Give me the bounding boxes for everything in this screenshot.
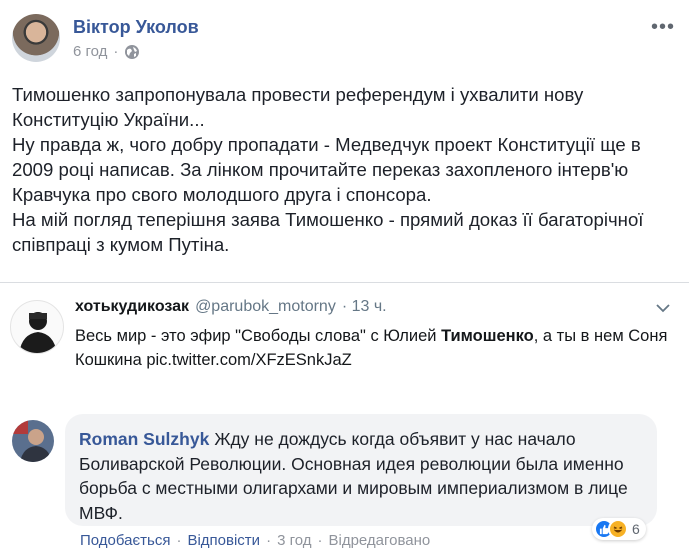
- person-icon: [12, 420, 54, 462]
- divider: [0, 282, 689, 283]
- globe-icon[interactable]: [124, 44, 140, 60]
- person-icon: [19, 312, 57, 353]
- edited-label[interactable]: Відредаговано: [328, 532, 430, 549]
- commenter-avatar[interactable]: [12, 420, 54, 462]
- post: Віктор Уколов 6 год · ••• Тимошенко запр…: [0, 0, 689, 280]
- reply-button[interactable]: Відповісти: [187, 532, 260, 549]
- tweet-author-name[interactable]: хотькудикозак: [75, 298, 189, 316]
- more-options-icon[interactable]: •••: [651, 16, 675, 39]
- comment-actions: Подобається · Відповісти · 3 год · Відре…: [80, 532, 431, 549]
- post-body: Тимошенко запропонувала провести референ…: [12, 82, 677, 257]
- post-paragraph: На мій погляд теперішня заява Тимошенко …: [12, 209, 649, 255]
- tweet-header: хотькудикозак @parubok_motorny · 13 ч.: [75, 298, 387, 316]
- post-timestamp[interactable]: 6 год: [73, 43, 107, 60]
- tweet-text: Весь мир - это эфир "Свободы слова" с Юл…: [75, 327, 668, 369]
- post-paragraph: Ну правда ж, чого добру пропадати - Медв…: [12, 134, 646, 205]
- reactions-summary[interactable]: 6: [592, 518, 646, 540]
- like-button[interactable]: Подобається: [80, 532, 170, 549]
- post-author-name[interactable]: Віктор Уколов: [73, 17, 199, 38]
- post-paragraph: Тимошенко запропонувала провести референ…: [12, 84, 589, 130]
- tweet-time[interactable]: · 13 ч.: [342, 298, 387, 316]
- chevron-down-icon[interactable]: [655, 300, 671, 316]
- haha-reaction-icon: [608, 519, 628, 539]
- author-avatar[interactable]: [12, 14, 60, 62]
- tweet-bold-text: Тимошенко: [441, 327, 534, 345]
- comment-bubble: Roman Sulzhyk Жду не дождусь когда объяви…: [65, 414, 657, 526]
- post-meta: 6 год ·: [73, 43, 140, 60]
- tweet-handle[interactable]: @parubok_motorny: [195, 298, 336, 316]
- tweet-avatar[interactable]: [10, 300, 64, 354]
- comment-timestamp[interactable]: 3 год: [277, 532, 311, 549]
- comment-author-name[interactable]: Roman Sulzhyk: [79, 429, 209, 449]
- reactions-count: 6: [632, 521, 640, 537]
